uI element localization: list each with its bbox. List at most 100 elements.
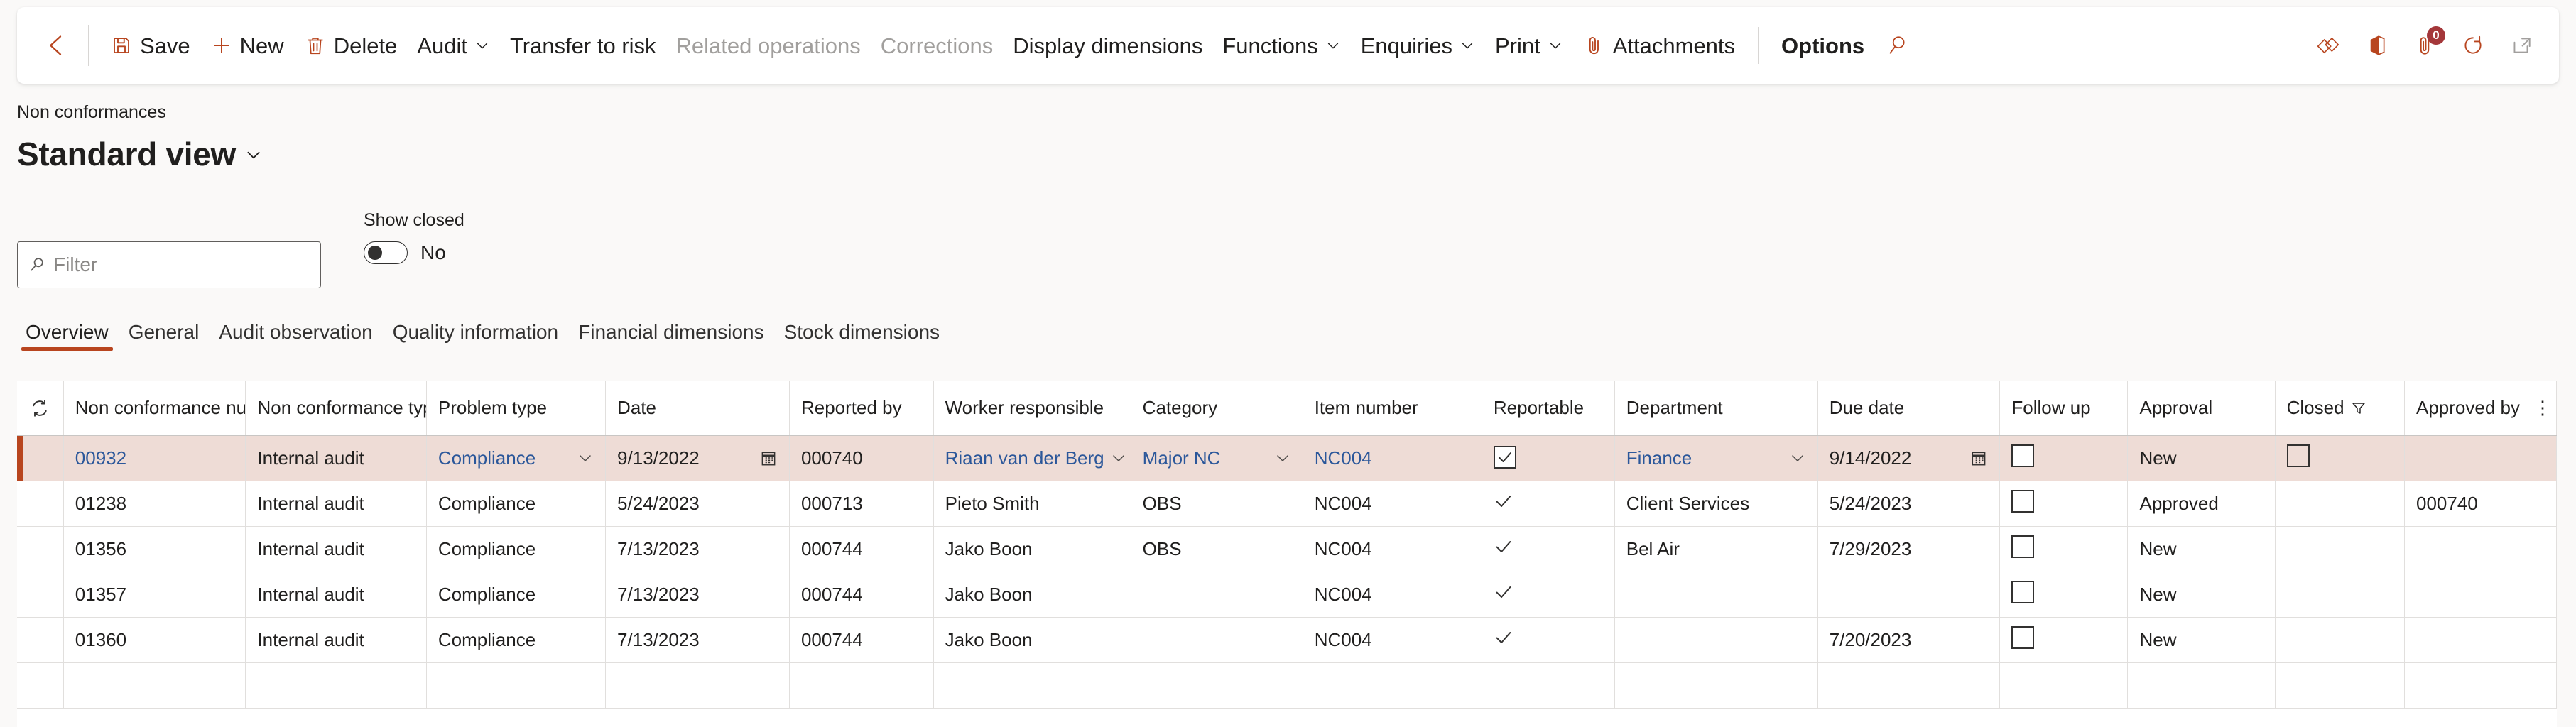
cell-worker[interactable]: Jako Boon	[933, 572, 1131, 618]
cell-reportable[interactable]	[1482, 572, 1615, 618]
cell-date[interactable]: 7/13/2023	[605, 526, 790, 572]
cell-category[interactable]: OBS	[1131, 526, 1303, 572]
grid-header-date[interactable]: Date	[605, 381, 790, 436]
row-selector[interactable]	[17, 526, 64, 572]
show-closed-toggle[interactable]	[364, 241, 408, 264]
grid-refresh-header[interactable]	[17, 381, 64, 436]
tab-stockdim[interactable]: Stock dimensions	[774, 318, 950, 356]
cell-date[interactable]: 9/13/2022	[605, 435, 790, 481]
cell-item_number[interactable]: NC004	[1303, 435, 1482, 481]
cell-reported_by[interactable]: 000713	[789, 481, 934, 527]
grid-header-nc_number[interactable]: Non conformance number	[63, 381, 246, 436]
command-attachments-button[interactable]: Attachments	[1573, 27, 1745, 64]
cell-category[interactable]: Major NC	[1131, 435, 1303, 481]
personalize-button[interactable]	[2306, 23, 2350, 67]
cell-category[interactable]	[1131, 572, 1303, 618]
cell-reportable[interactable]	[1482, 481, 1615, 527]
cell-follow_up[interactable]	[1999, 617, 2129, 663]
cell-nc_type[interactable]: Internal audit	[245, 435, 427, 481]
command-dispdim-button[interactable]: Display dimensions	[1003, 28, 1212, 64]
cell-reportable[interactable]	[1482, 526, 1615, 572]
cell-follow_up[interactable]	[1999, 435, 2129, 481]
cell-reportable[interactable]	[1482, 617, 1615, 663]
attachments-notes-button[interactable]: 0	[2403, 23, 2447, 67]
command-transfer-button[interactable]: Transfer to risk	[500, 28, 666, 64]
cell-problem[interactable]: Compliance	[426, 617, 607, 663]
grid-header-worker[interactable]: Worker responsible	[933, 381, 1131, 436]
table-row[interactable]: 01356 Internal audit Compliance 7/13/2023 00…	[17, 526, 2557, 572]
cell-worker[interactable]: Riaan van der Berg	[933, 435, 1131, 481]
grid-header-approved_by[interactable]: Approved by ⋮	[2404, 381, 2557, 436]
checkbox-unchecked[interactable]	[2011, 580, 2035, 603]
filter-field[interactable]	[17, 241, 321, 288]
chevron-down-icon[interactable]	[1274, 449, 1291, 466]
cell-item_number[interactable]: NC004	[1303, 572, 1482, 618]
cell-nc_number[interactable]: 01357	[63, 572, 246, 618]
cell-nc_type[interactable]: Internal audit	[245, 481, 427, 527]
cell-reportable[interactable]	[1482, 435, 1615, 481]
cell-date[interactable]: 7/13/2023	[605, 572, 790, 618]
cell-worker[interactable]: Jako Boon	[933, 526, 1131, 572]
cell-closed[interactable]	[2275, 435, 2406, 481]
cell-nc_type[interactable]: Internal audit	[245, 617, 427, 663]
cell-follow_up[interactable]	[1999, 572, 2129, 618]
cell-date[interactable]: 5/24/2023	[605, 481, 790, 527]
cell-nc_number[interactable]: 01360	[63, 617, 246, 663]
cell-approved_by[interactable]	[2404, 526, 2557, 572]
cell-nc_type[interactable]: Internal audit	[245, 572, 427, 618]
chevron-down-icon[interactable]	[1110, 449, 1127, 466]
column-options-icon[interactable]: ⋮	[2533, 398, 2552, 416]
tab-overview[interactable]: Overview	[16, 318, 119, 356]
cell-nc_type[interactable]: Internal audit	[245, 526, 427, 572]
cell-item_number[interactable]: NC004	[1303, 481, 1482, 527]
row-selector[interactable]	[17, 617, 64, 663]
cell-nc_number[interactable]: 00932	[63, 435, 246, 481]
command-new-button[interactable]: New	[200, 27, 294, 64]
chevron-down-icon[interactable]	[577, 449, 594, 466]
cell-approval[interactable]: New	[2127, 526, 2276, 572]
table-row[interactable]: 01357 Internal audit Compliance 7/13/2023 00…	[17, 572, 2557, 618]
grid-header-due_date[interactable]: Due date	[1817, 381, 2001, 436]
cell-department[interactable]	[1614, 572, 1818, 618]
cell-approved_by[interactable]	[2404, 617, 2557, 663]
cell-closed[interactable]	[2275, 526, 2406, 572]
cell-reported_by[interactable]: 000744	[789, 526, 934, 572]
cell-due_date[interactable]	[1817, 572, 2001, 618]
command-functions-button[interactable]: Functions	[1212, 28, 1350, 64]
cell-nc_number[interactable]: 01238	[63, 481, 246, 527]
cell-department[interactable]: Bel Air	[1614, 526, 1818, 572]
office-button[interactable]	[2354, 23, 2398, 67]
grid-header-problem[interactable]: Problem type	[426, 381, 607, 436]
tab-findim[interactable]: Financial dimensions	[568, 318, 773, 356]
refresh-button[interactable]	[2451, 23, 2495, 67]
row-selector[interactable]	[17, 572, 64, 618]
view-selector[interactable]: Standard view	[17, 137, 263, 171]
checkbox-unchecked[interactable]	[2011, 444, 2035, 467]
grid-header-approval[interactable]: Approval	[2127, 381, 2276, 436]
grid-header-follow_up[interactable]: Follow up	[1999, 381, 2129, 436]
cell-nc_number[interactable]: 01356	[63, 526, 246, 572]
cell-reported_by[interactable]: 000744	[789, 572, 934, 618]
calendar-icon[interactable]	[1969, 449, 1988, 467]
row-selector[interactable]	[17, 481, 64, 527]
cell-approval[interactable]: New	[2127, 617, 2276, 663]
chevron-down-icon[interactable]	[1789, 449, 1806, 466]
cell-department[interactable]	[1614, 617, 1818, 663]
cell-closed[interactable]	[2275, 617, 2406, 663]
search-button[interactable]	[1874, 23, 1918, 67]
tab-auditobs[interactable]: Audit observation	[209, 318, 382, 356]
cell-closed[interactable]	[2275, 572, 2406, 618]
cell-approval[interactable]: Approved	[2127, 481, 2276, 527]
command-audit-button[interactable]: Audit	[407, 28, 500, 64]
grid-header-item_number[interactable]: Item number	[1303, 381, 1482, 436]
options-button[interactable]: Options	[1771, 28, 1874, 64]
command-print-button[interactable]: Print	[1485, 28, 1573, 64]
command-save-button[interactable]: Save	[100, 27, 200, 64]
grid-header-department[interactable]: Department	[1614, 381, 1818, 436]
cell-item_number[interactable]: NC004	[1303, 526, 1482, 572]
calendar-icon[interactable]	[759, 449, 778, 467]
cell-closed[interactable]	[2275, 481, 2406, 527]
cell-follow_up[interactable]	[1999, 481, 2129, 527]
grid-header-nc_type[interactable]: Non conformance type	[245, 381, 427, 436]
cell-problem[interactable]: Compliance	[426, 481, 607, 527]
